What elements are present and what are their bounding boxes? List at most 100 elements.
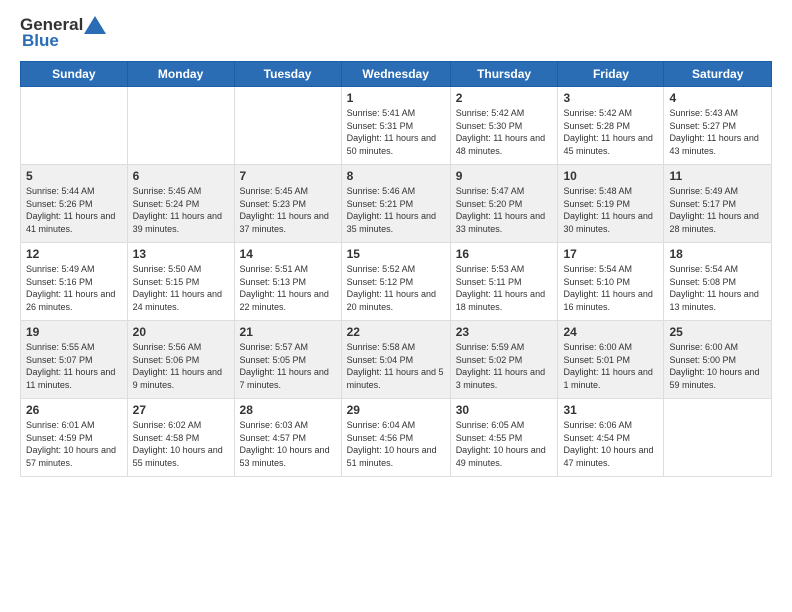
day-number: 2: [456, 91, 553, 105]
day-header-tuesday: Tuesday: [234, 62, 341, 87]
day-header-thursday: Thursday: [450, 62, 558, 87]
day-cell-27: 27Sunrise: 6:02 AMSunset: 4:58 PMDayligh…: [127, 399, 234, 477]
day-info: Sunrise: 5:59 AMSunset: 5:02 PMDaylight:…: [456, 341, 553, 391]
day-number: 3: [563, 91, 658, 105]
day-cell-17: 17Sunrise: 5:54 AMSunset: 5:10 PMDayligh…: [558, 243, 664, 321]
calendar-header-row: SundayMondayTuesdayWednesdayThursdayFrid…: [21, 62, 772, 87]
day-header-friday: Friday: [558, 62, 664, 87]
day-number: 7: [240, 169, 336, 183]
day-cell-3: 3 Sunrise: 5:42 AMSunset: 5:28 PMDaylight…: [558, 87, 664, 165]
day-number: 12: [26, 247, 122, 261]
day-info: Sunrise: 6:03 AMSunset: 4:57 PMDaylight:…: [240, 419, 336, 469]
day-cell-15: 15 Sunrise: 5:52 AMSunset: 5:12 PMDayligh…: [341, 243, 450, 321]
logo-icon: [84, 16, 106, 34]
day-cell-13: 13 Sunrise: 5:50 AMSunset: 5:15 PMDayligh…: [127, 243, 234, 321]
day-cell-5: 5 Sunrise: 5:44 AMSunset: 5:26 PMDaylight…: [21, 165, 128, 243]
day-info: Sunrise: 5:54 AMSunset: 5:10 PMDaylight:…: [563, 263, 658, 313]
day-number: 1: [347, 91, 445, 105]
calendar-week-3: 12 Sunrise: 5:49 AMSunset: 5:16 PMDayligh…: [21, 243, 772, 321]
day-number: 11: [669, 169, 766, 183]
empty-cell: [127, 87, 234, 165]
day-header-saturday: Saturday: [664, 62, 772, 87]
calendar-week-4: 19 Sunrise: 5:55 AMSunset: 5:07 PMDayligh…: [21, 321, 772, 399]
day-number: 14: [240, 247, 336, 261]
day-number: 19: [26, 325, 122, 339]
day-cell-6: 6 Sunrise: 5:45 AMSunset: 5:24 PMDaylight…: [127, 165, 234, 243]
day-cell-8: 8Sunrise: 5:46 AMSunset: 5:21 PMDaylight…: [341, 165, 450, 243]
day-number: 23: [456, 325, 553, 339]
day-number: 24: [563, 325, 658, 339]
day-info: Sunrise: 6:05 AMSunset: 4:55 PMDaylight:…: [456, 419, 553, 469]
day-cell-21: 21 Sunrise: 5:57 AMSunset: 5:05 PMDayligh…: [234, 321, 341, 399]
day-cell-1: 1 Sunrise: 5:41 AMSunset: 5:31 PMDaylight…: [341, 87, 450, 165]
day-info: Sunrise: 5:42 AMSunset: 5:28 PMDaylight:…: [563, 107, 658, 157]
day-cell-25: 25Sunrise: 6:00 AMSunset: 5:00 PMDayligh…: [664, 321, 772, 399]
day-info: Sunrise: 5:41 AMSunset: 5:31 PMDaylight:…: [347, 107, 445, 157]
day-info: Sunrise: 6:00 AMSunset: 5:01 PMDaylight:…: [563, 341, 658, 391]
day-cell-24: 24 Sunrise: 6:00 AMSunset: 5:01 PMDayligh…: [558, 321, 664, 399]
day-header-sunday: Sunday: [21, 62, 128, 87]
day-number: 4: [669, 91, 766, 105]
day-info: Sunrise: 5:49 AMSunset: 5:17 PMDaylight:…: [669, 185, 766, 235]
day-number: 30: [456, 403, 553, 417]
day-number: 16: [456, 247, 553, 261]
day-info: Sunrise: 5:51 AMSunset: 5:13 PMDaylight:…: [240, 263, 336, 313]
day-info: Sunrise: 6:02 AMSunset: 4:58 PMDaylight:…: [133, 419, 229, 469]
calendar-week-2: 5 Sunrise: 5:44 AMSunset: 5:26 PMDaylight…: [21, 165, 772, 243]
day-info: Sunrise: 5:42 AMSunset: 5:30 PMDaylight:…: [456, 107, 553, 157]
day-info: Sunrise: 5:49 AMSunset: 5:16 PMDaylight:…: [26, 263, 122, 313]
day-info: Sunrise: 5:56 AMSunset: 5:06 PMDaylight:…: [133, 341, 229, 391]
day-cell-2: 2 Sunrise: 5:42 AMSunset: 5:30 PMDaylight…: [450, 87, 558, 165]
day-info: Sunrise: 5:44 AMSunset: 5:26 PMDaylight:…: [26, 185, 122, 235]
day-info: Sunrise: 5:45 AMSunset: 5:23 PMDaylight:…: [240, 185, 336, 235]
day-header-wednesday: Wednesday: [341, 62, 450, 87]
day-info: Sunrise: 5:48 AMSunset: 5:19 PMDaylight:…: [563, 185, 658, 235]
day-number: 29: [347, 403, 445, 417]
day-number: 18: [669, 247, 766, 261]
day-cell-26: 26Sunrise: 6:01 AMSunset: 4:59 PMDayligh…: [21, 399, 128, 477]
day-cell-29: 29 Sunrise: 6:04 AMSunset: 4:56 PMDayligh…: [341, 399, 450, 477]
day-cell-12: 12 Sunrise: 5:49 AMSunset: 5:16 PMDayligh…: [21, 243, 128, 321]
logo-blue-text: Blue: [22, 31, 59, 51]
day-number: 21: [240, 325, 336, 339]
day-info: Sunrise: 6:04 AMSunset: 4:56 PMDaylight:…: [347, 419, 445, 469]
day-number: 15: [347, 247, 445, 261]
day-cell-19: 19 Sunrise: 5:55 AMSunset: 5:07 PMDayligh…: [21, 321, 128, 399]
day-info: Sunrise: 5:55 AMSunset: 5:07 PMDaylight:…: [26, 341, 122, 391]
day-cell-14: 14 Sunrise: 5:51 AMSunset: 5:13 PMDayligh…: [234, 243, 341, 321]
header: General Blue: [20, 15, 772, 51]
page-container: General Blue SundayMondayTuesdayWednesda…: [0, 0, 792, 612]
day-cell-20: 20 Sunrise: 5:56 AMSunset: 5:06 PMDayligh…: [127, 321, 234, 399]
day-number: 28: [240, 403, 336, 417]
day-cell-7: 7 Sunrise: 5:45 AMSunset: 5:23 PMDaylight…: [234, 165, 341, 243]
day-info: Sunrise: 5:47 AMSunset: 5:20 PMDaylight:…: [456, 185, 553, 235]
day-cell-18: 18Sunrise: 5:54 AMSunset: 5:08 PMDayligh…: [664, 243, 772, 321]
day-header-monday: Monday: [127, 62, 234, 87]
day-cell-16: 16Sunrise: 5:53 AMSunset: 5:11 PMDayligh…: [450, 243, 558, 321]
day-info: Sunrise: 5:57 AMSunset: 5:05 PMDaylight:…: [240, 341, 336, 391]
calendar-week-1: 1 Sunrise: 5:41 AMSunset: 5:31 PMDaylight…: [21, 87, 772, 165]
day-number: 5: [26, 169, 122, 183]
day-info: Sunrise: 6:06 AMSunset: 4:54 PMDaylight:…: [563, 419, 658, 469]
day-cell-11: 11 Sunrise: 5:49 AMSunset: 5:17 PMDayligh…: [664, 165, 772, 243]
day-number: 22: [347, 325, 445, 339]
day-number: 26: [26, 403, 122, 417]
day-number: 20: [133, 325, 229, 339]
day-number: 13: [133, 247, 229, 261]
day-info: Sunrise: 5:46 AMSunset: 5:21 PMDaylight:…: [347, 185, 445, 235]
day-number: 10: [563, 169, 658, 183]
day-cell-9: 9 Sunrise: 5:47 AMSunset: 5:20 PMDaylight…: [450, 165, 558, 243]
empty-cell: [664, 399, 772, 477]
calendar: SundayMondayTuesdayWednesdayThursdayFrid…: [20, 61, 772, 477]
day-number: 9: [456, 169, 553, 183]
day-cell-4: 4 Sunrise: 5:43 AMSunset: 5:27 PMDaylight…: [664, 87, 772, 165]
day-info: Sunrise: 5:52 AMSunset: 5:12 PMDaylight:…: [347, 263, 445, 313]
day-info: Sunrise: 5:45 AMSunset: 5:24 PMDaylight:…: [133, 185, 229, 235]
day-number: 25: [669, 325, 766, 339]
empty-cell: [234, 87, 341, 165]
day-info: Sunrise: 5:50 AMSunset: 5:15 PMDaylight:…: [133, 263, 229, 313]
day-info: Sunrise: 5:58 AMSunset: 5:04 PMDaylight:…: [347, 341, 445, 391]
day-number: 6: [133, 169, 229, 183]
day-info: Sunrise: 5:43 AMSunset: 5:27 PMDaylight:…: [669, 107, 766, 157]
day-cell-23: 23 Sunrise: 5:59 AMSunset: 5:02 PMDayligh…: [450, 321, 558, 399]
